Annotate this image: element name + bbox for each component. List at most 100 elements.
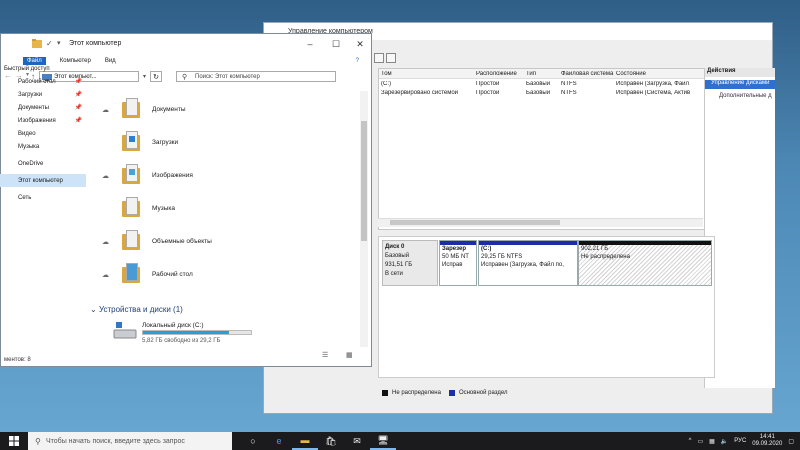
folder-item-downloads[interactable]: Загрузки (90, 127, 360, 160)
nav-label: Загрузки (18, 91, 43, 98)
action-more[interactable]: Дополнительные д (705, 93, 775, 99)
pin-icon: 📌 (74, 118, 82, 124)
col-header[interactable]: Файловая система (559, 71, 614, 77)
disk-info[interactable]: Диск 0 Базовый 931,51 ГБ В сети (382, 240, 438, 286)
clock[interactable]: 14:41 09.09.2020 (752, 434, 782, 448)
tray-chevron-icon[interactable]: ^ (689, 438, 692, 444)
folder-item-pictures[interactable]: ☁ Изображения (90, 160, 360, 193)
search-icon: ⚲ (35, 436, 41, 446)
tiles-view-icon[interactable]: ▦ (346, 351, 353, 359)
folder-label: Объемные объекты (152, 238, 212, 245)
partition-state: Исправен (Загрузка, Файл по, (481, 262, 564, 268)
folder-label: Загрузки (152, 139, 179, 146)
close-button[interactable]: ✕ (353, 38, 367, 50)
cloud-status-icon: ☁ (102, 107, 109, 114)
nav-label: Изображения (18, 117, 56, 124)
folder-label: Документы (152, 106, 186, 113)
explorer-titlebar[interactable]: ✓ ▾ Этот компьютер – ☐ ✕ (1, 34, 371, 55)
partition-name: (C:) (481, 246, 492, 252)
volume-table[interactable]: Том Расположение Тип Файловая система Со… (378, 68, 705, 230)
cm-toolbar (374, 53, 396, 65)
action-disk-management[interactable]: Управление дисками (705, 80, 775, 89)
partition-unallocated[interactable]: 902,21 ГБ Не распределена (578, 240, 712, 286)
file-explorer-icon[interactable]: ▬ (292, 432, 318, 450)
chevron-down-icon: ⌄ (90, 305, 99, 314)
nav-item-network[interactable]: Сеть (0, 191, 86, 204)
nav-item-downloads[interactable]: Загрузки 📌 (0, 88, 86, 101)
battery-icon[interactable]: ▭ (697, 438, 703, 445)
partition-c[interactable]: (C:) 29,25 ГБ NTFS Исправен (Загрузка, Ф… (478, 240, 578, 286)
volume-icon[interactable]: 🔈 (721, 438, 728, 445)
drive-icon[interactable] (112, 319, 138, 341)
partition-size: 50 МБ NT (442, 254, 469, 260)
clock-date: 09.09.2020 (752, 441, 783, 447)
table-row[interactable]: Зарезервировано системой Простой Базовый… (379, 88, 704, 97)
store-icon[interactable]: 🛍 (318, 432, 344, 450)
nav-label: Документы (18, 104, 49, 111)
col-header[interactable]: Расположение (474, 71, 524, 77)
cell: (C:) (381, 80, 391, 87)
table-row[interactable]: (C:) Простой Базовый NTFS Исправен (Загр… (379, 79, 704, 88)
drive-usage-bar (142, 330, 252, 335)
qat-check-icon[interactable]: ✓ (46, 39, 53, 48)
edge-icon[interactable]: e (266, 432, 292, 450)
computer-management-icon[interactable]: 🖥 (370, 432, 396, 450)
qat-dropdown-icon[interactable]: ▾ (57, 39, 61, 47)
details-view-icon[interactable]: ☰ (322, 351, 328, 359)
partition-bar (479, 241, 577, 245)
horizontal-scrollbar[interactable] (378, 218, 703, 227)
mail-icon[interactable]: ✉ (344, 432, 370, 450)
disk-status: В сети (385, 271, 403, 277)
folder-item-3d-objects[interactable]: ☁ Объемные объекты (90, 226, 360, 259)
cell: Простой (476, 89, 500, 96)
nav-item-pictures[interactable]: Изображения 📌 (0, 114, 86, 127)
disk-name: Диск 0 (385, 244, 405, 250)
partition-bar (579, 241, 711, 245)
pin-icon: 📌 (74, 92, 82, 98)
notifications-icon[interactable]: ▢ (788, 438, 794, 445)
nav-item-documents[interactable]: Документы 📌 (0, 101, 86, 114)
nav-item-onedrive[interactable]: OneDrive (0, 157, 86, 170)
cloud-status-icon: ☁ (102, 272, 109, 279)
cloud-status-icon: ☁ (102, 239, 109, 246)
partition-reserved[interactable]: Зарезер 50 МБ NT Исправ (439, 240, 477, 286)
nav-label: Этот компьютер (18, 177, 63, 184)
taskbar-search-box[interactable]: ⚲ Чтобы начать поиск, введите здесь запр… (28, 432, 232, 450)
vertical-scrollbar[interactable] (360, 91, 368, 347)
windows-start-icon[interactable] (0, 432, 28, 450)
drive-name[interactable]: Локальный диск (C:) (142, 322, 204, 329)
cm-toolbar-button[interactable] (386, 53, 396, 63)
cell: Базовый (526, 89, 551, 96)
status-bar-count: ментов: 8 (4, 357, 31, 363)
language-indicator[interactable]: РУС (734, 438, 746, 444)
drive-usage-fill (143, 331, 230, 334)
col-header[interactable]: Тип (524, 71, 559, 77)
scrollbar-thumb[interactable] (361, 121, 367, 241)
disk-type: Базовый (385, 253, 410, 259)
pin-icon: 📌 (74, 79, 82, 85)
nav-item-videos[interactable]: Видео (0, 127, 86, 140)
cell: NTFS (561, 89, 577, 96)
devices-section-header[interactable]: ⌄ Устройства и диски (1) (90, 305, 183, 314)
task-view-icon[interactable]: ○ (240, 432, 266, 450)
nav-item-music[interactable]: Музыка (0, 140, 86, 153)
cm-toolbar-button[interactable] (374, 53, 384, 63)
legend-label: Не распределена (392, 390, 441, 396)
nav-item-quick-access[interactable]: Быстрый доступ (0, 62, 86, 75)
folder-item-desktop[interactable]: ☁ Рабочий стол (90, 259, 360, 292)
folder-icon (32, 39, 42, 48)
nav-label: OneDrive (18, 160, 44, 167)
downloads-folder-icon (122, 131, 144, 153)
maximize-button[interactable]: ☐ (329, 38, 343, 50)
folder-item-music[interactable]: Музыка (90, 193, 360, 226)
legend-swatch-primary (448, 390, 455, 396)
col-header[interactable]: Том (379, 71, 474, 77)
col-header[interactable]: Состояние (614, 71, 702, 77)
scrollbar-thumb[interactable] (390, 220, 560, 225)
folder-item-documents[interactable]: ☁ Документы (90, 94, 360, 127)
nav-label: Рабочий стол (18, 78, 56, 85)
minimize-button[interactable]: – (303, 38, 317, 50)
network-icon[interactable]: ▦ (709, 438, 715, 445)
nav-item-this-pc[interactable]: Этот компьютер (0, 174, 86, 187)
nav-item-desktop[interactable]: Рабочий стол 📌 (0, 75, 86, 88)
